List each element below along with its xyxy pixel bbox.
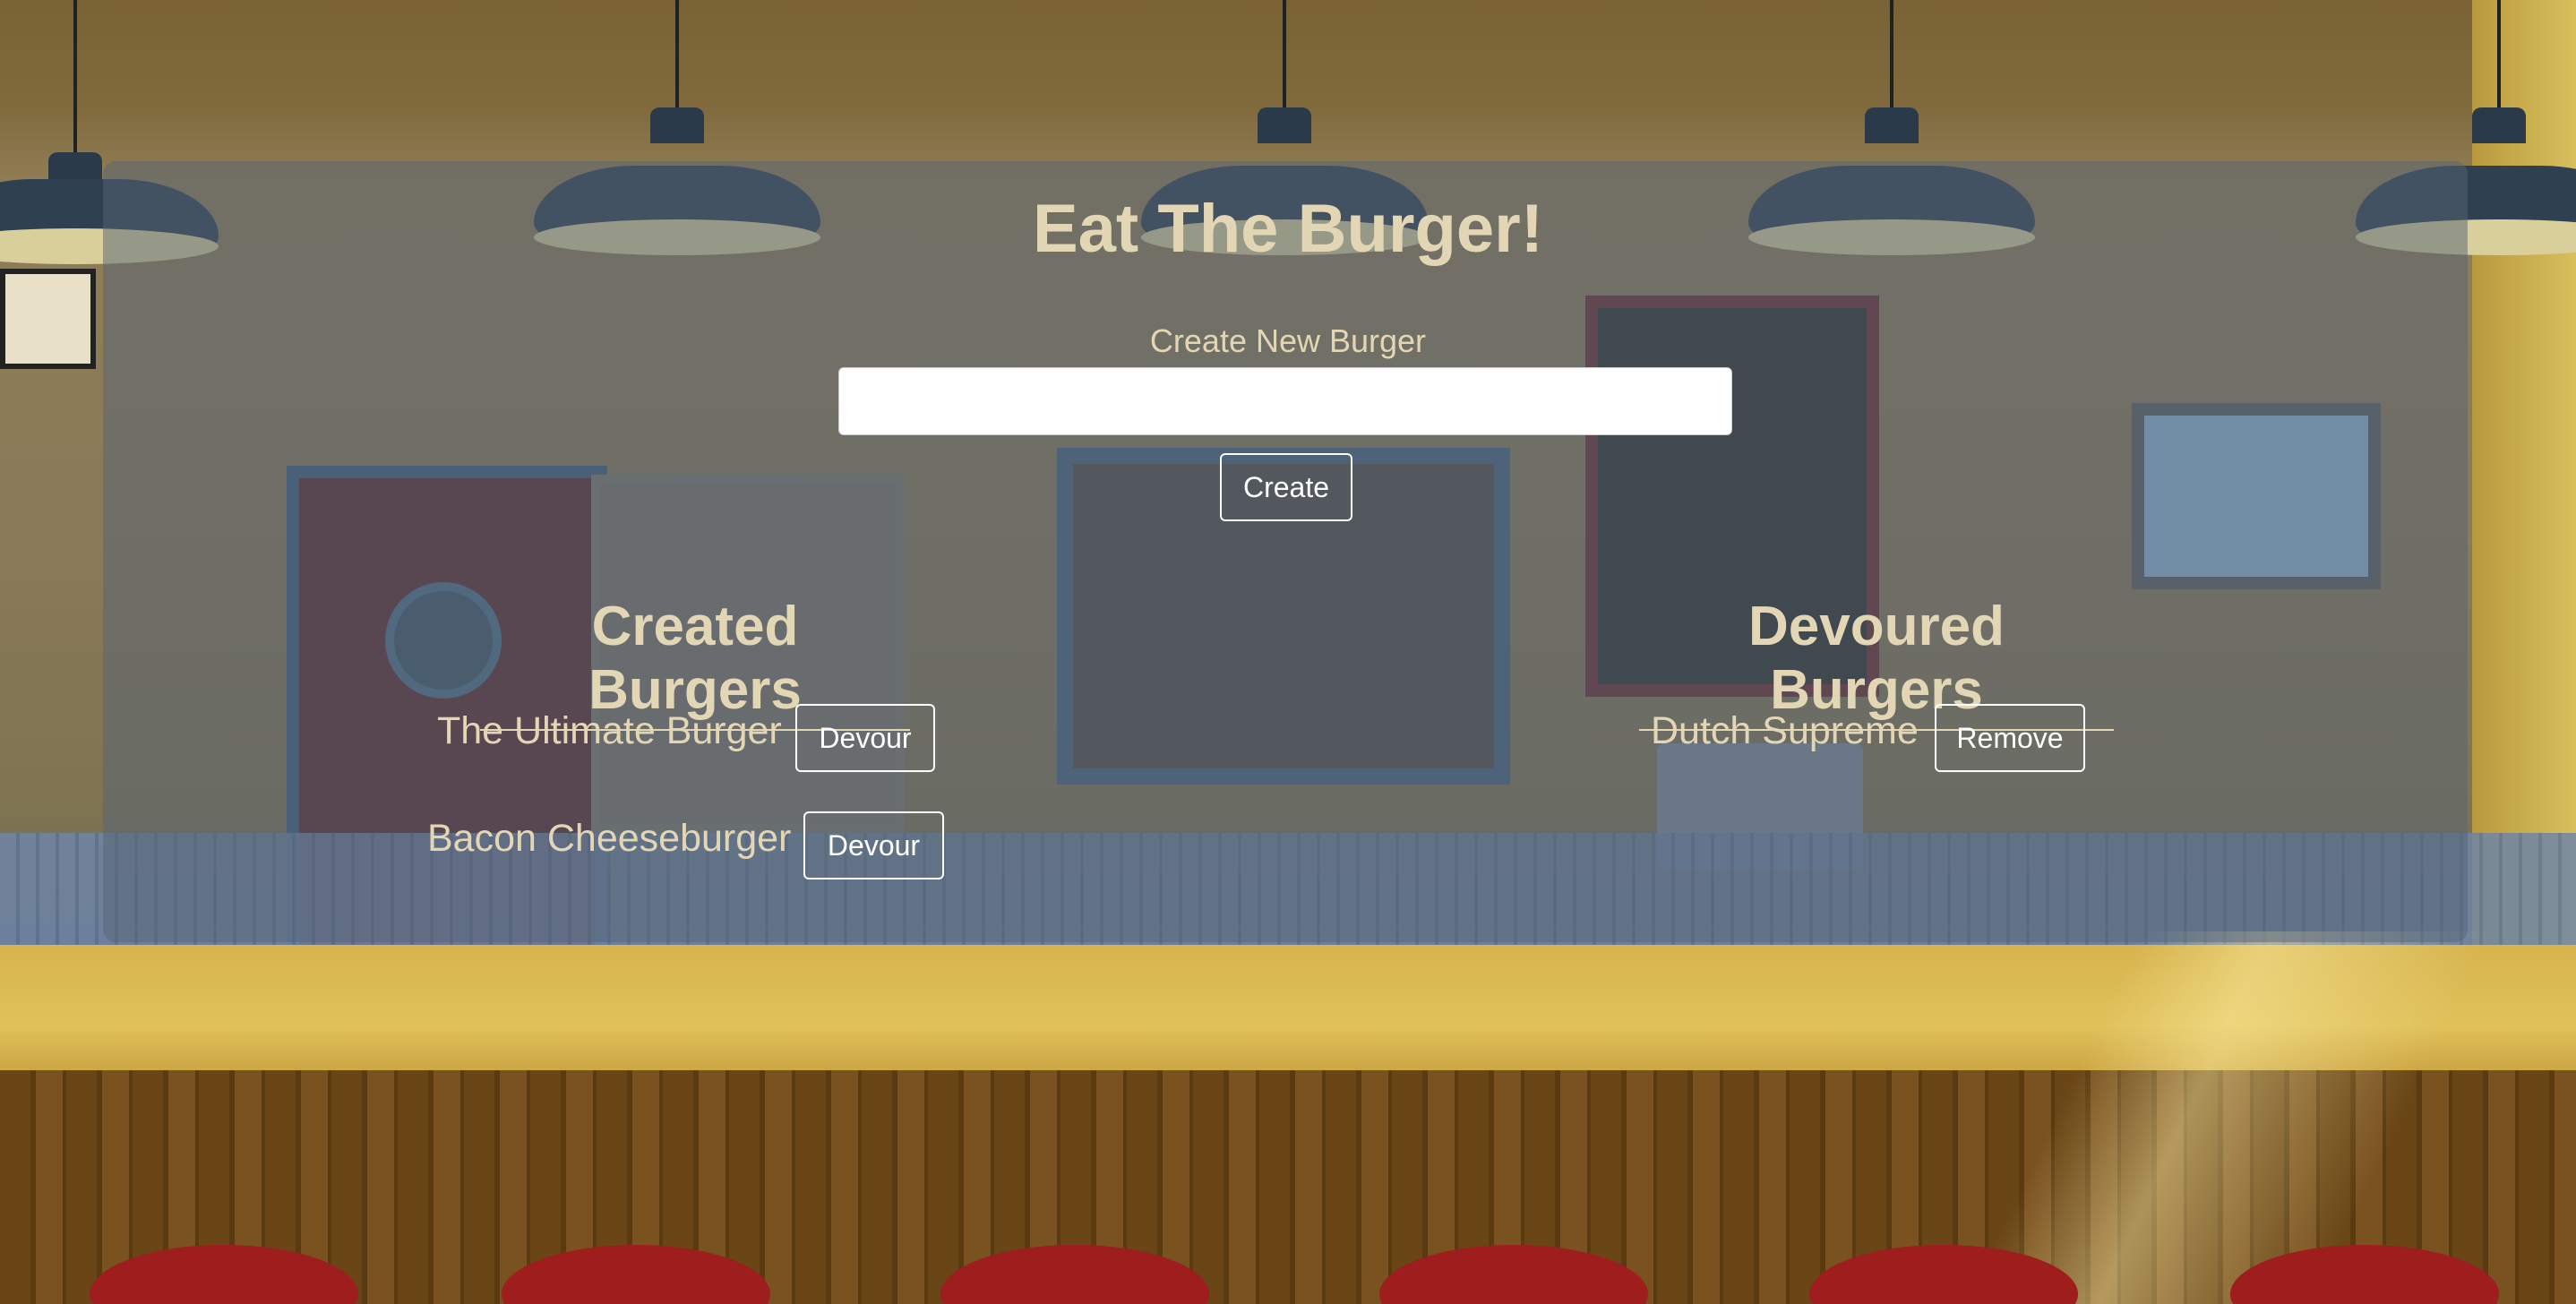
- page-title: Eat The Burger!: [1032, 191, 1544, 267]
- create-button[interactable]: Create: [1220, 453, 1352, 521]
- list-item-name: Bacon Cheeseburger: [427, 817, 792, 860]
- remove-button[interactable]: Remove: [1935, 704, 2085, 772]
- create-burger-label: Create New Burger: [1149, 322, 1427, 359]
- burger-name-input[interactable]: [838, 367, 1732, 435]
- devour-button[interactable]: Devour: [795, 704, 935, 772]
- devour-button[interactable]: Devour: [803, 811, 944, 879]
- list-item-name: The Ultimate Burger: [437, 709, 782, 752]
- list-item-name: Dutch Supreme: [1651, 709, 1919, 752]
